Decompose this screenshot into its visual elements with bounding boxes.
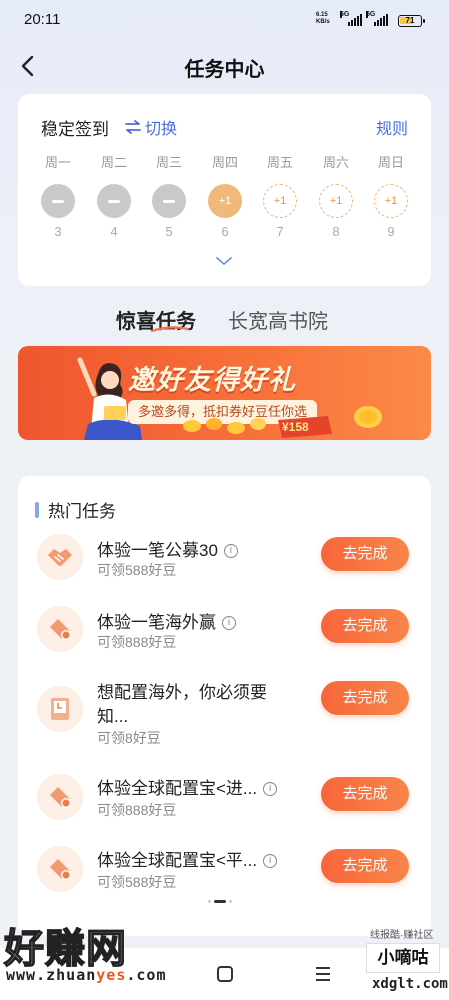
page-title: 任务中心	[184, 59, 265, 81]
swap-icon	[125, 120, 141, 134]
task-go-button[interactable]: 去完成	[321, 849, 409, 883]
reward-amount: +1	[384, 195, 398, 207]
task-reward: 可领888好豆	[97, 802, 177, 818]
task-name: 体验一笔海外赢 i	[97, 608, 236, 633]
weekday-label: 周五	[266, 155, 293, 170]
status-bar: 20:11 6.15 KB/s 5G 5G 71	[0, 0, 449, 40]
day-column: 周六 +1 8	[316, 152, 356, 239]
day-column: 周四 +1 6	[205, 152, 245, 239]
home-button[interactable]	[216, 965, 234, 988]
task-name: 想配置海外，你必须要	[97, 683, 267, 702]
day-column: 周日 +1 9	[371, 152, 411, 239]
weekday-label: 周六	[322, 155, 349, 170]
hot-tasks-card: 热门任务 体验一笔公募30 i 可领588好豆 去完成 体验一笔海外赢 i 可领88…	[18, 476, 431, 936]
task-reward: 可领8好豆	[97, 730, 161, 746]
money-tag-icon	[37, 606, 83, 652]
watermark-url: www.zhuanyes.com	[6, 966, 167, 984]
task-name-line2: 知...	[97, 707, 129, 726]
section-marker	[35, 501, 39, 518]
task-reward: 可领588好豆	[97, 562, 177, 578]
info-icon[interactable]: i	[263, 782, 278, 796]
expand-button[interactable]	[215, 254, 233, 268]
minus-icon	[163, 199, 175, 203]
checked-day-icon	[41, 184, 75, 218]
date-label: 4	[110, 224, 118, 239]
checked-day-icon	[97, 184, 131, 218]
switch-button[interactable]: 切换	[125, 115, 177, 139]
coin-icon	[354, 406, 382, 428]
date-label: 6	[221, 224, 229, 239]
reward-amount: +1	[273, 195, 287, 207]
weekday-label: 周二	[100, 155, 127, 170]
task-reward: 可领588好豆	[97, 874, 177, 890]
money-tag-icon	[37, 846, 83, 892]
tab-academy[interactable]: 长宽高书院	[228, 305, 328, 334]
header: 任务中心	[0, 40, 449, 92]
signal-2-icon: 5G	[366, 11, 388, 26]
square-icon	[217, 966, 233, 982]
banner-price: ¥158	[282, 420, 309, 434]
sign-in-title: 稳定签到	[41, 120, 109, 139]
info-icon[interactable]: i	[222, 616, 236, 630]
battery-icon: 71	[398, 15, 425, 27]
task-go-button[interactable]: 去完成	[321, 609, 409, 643]
info-icon[interactable]: i	[263, 854, 278, 868]
task-name: 体验全球配置宝<进... i	[97, 774, 278, 799]
beans-icon	[183, 418, 266, 434]
minus-icon	[52, 199, 64, 203]
reward-amount: +1	[218, 195, 232, 207]
task-go-button[interactable]: 去完成	[321, 777, 409, 811]
signal-1-icon: 5G	[340, 11, 362, 26]
reward-day-badge: +1	[263, 184, 297, 218]
menu-icon	[316, 967, 330, 981]
date-label: 7	[276, 224, 284, 239]
day-column: 周一 3	[38, 152, 78, 239]
task-go-button[interactable]: 去完成	[321, 681, 409, 715]
page-indicator	[208, 900, 232, 903]
weekday-label: 周一	[44, 155, 71, 170]
book-icon	[37, 686, 83, 732]
day-column: 周三 5	[149, 152, 189, 239]
weekday-label: 周四	[211, 155, 238, 170]
reward-day-badge: +1	[319, 184, 353, 218]
watermark-right-url: xdglt.com	[372, 976, 448, 992]
sign-in-card: 稳定签到 切换 规则 周一 3 周二 4 周三 5 周四 +1 6 周五 +1 7 周六 +1 8 周日 +1 9	[18, 94, 431, 286]
hot-tasks-title: 热门任务	[48, 502, 116, 521]
task-name: 体验全球配置宝<平... i	[97, 846, 278, 871]
checked-day-icon	[152, 184, 186, 218]
money-tag-icon	[37, 774, 83, 820]
banner-title: 邀好友得好礼	[128, 365, 296, 395]
watermark-small-text: 线报酷·赚社区	[370, 930, 434, 941]
day-column: 周二 4	[94, 152, 134, 239]
status-time: 20:11	[24, 11, 61, 28]
tab-active-indicator	[150, 326, 190, 332]
task-name: 体验一笔公募30 i	[97, 536, 238, 561]
date-label: 8	[332, 224, 340, 239]
menu-button[interactable]	[314, 965, 332, 988]
weekday-label: 周日	[377, 155, 404, 170]
date-label: 9	[387, 224, 395, 239]
info-icon[interactable]: i	[223, 544, 238, 558]
date-label: 3	[54, 224, 62, 239]
weekday-label: 周三	[155, 155, 182, 170]
hot-tasks-header: 热门任务	[35, 497, 116, 522]
reward-amount: +1	[329, 195, 343, 207]
minus-icon	[108, 199, 120, 203]
watermark-box: 小嘀咕	[366, 943, 440, 973]
reward-day-badge: +1	[374, 184, 408, 218]
rules-link[interactable]: 规则	[376, 115, 408, 139]
reward-day-badge[interactable]: +1	[208, 184, 242, 218]
day-column: 周五 +1 7	[260, 152, 300, 239]
task-reward: 可领888好豆	[97, 634, 177, 650]
date-label: 5	[165, 224, 173, 239]
handshake-icon	[37, 534, 83, 580]
task-go-button[interactable]: 去完成	[321, 537, 409, 571]
network-speed: 6.15 KB/s	[316, 12, 330, 25]
chevron-down-icon	[216, 257, 232, 265]
invite-banner[interactable]: 邀好友得好礼 多邀多得，抵扣券好豆任你选 ¥158	[18, 346, 431, 440]
